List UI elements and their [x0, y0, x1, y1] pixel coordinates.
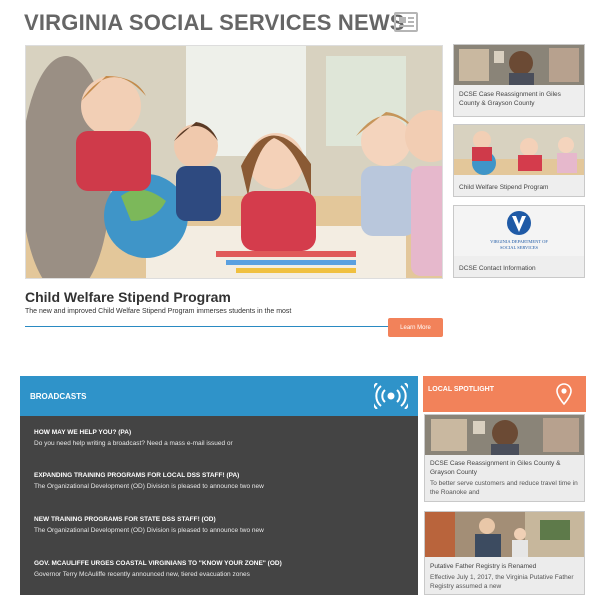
- spotlight-card-title[interactable]: DCSE Case Reassignment in Giles County &…: [430, 459, 581, 478]
- broadcast-item-title[interactable]: NEW TRAINING PROGRAMS FOR STATE DSS STAF…: [34, 516, 404, 523]
- featured-title[interactable]: Child Welfare Stipend Program: [25, 289, 231, 305]
- map-pin-icon: [556, 383, 572, 405]
- spotlight-card[interactable]: Putative Father Registry is Renamed Effe…: [424, 511, 585, 595]
- broadcasts-title: BROADCASTS: [30, 392, 87, 401]
- card-caption: DCSE Contact Information: [459, 265, 536, 272]
- broadcast-item[interactable]: HOW MAY WE HELP YOU? (PA) Do you need he…: [34, 429, 404, 447]
- broadcast-item-summary: The Organizational Development (OD) Divi…: [34, 483, 264, 490]
- svg-text:SOCIAL SERVICES: SOCIAL SERVICES: [500, 245, 539, 250]
- spotlight-card-title[interactable]: Putative Father Registry is Renamed: [430, 562, 581, 571]
- spotlight-card-summary: To better serve customers and reduce tra…: [430, 480, 578, 497]
- broadcast-item-summary: The Organizational Development (OD) Divi…: [34, 527, 264, 534]
- featured-image[interactable]: [25, 45, 443, 279]
- broadcast-item-summary: Governor Terry McAuliffe recently announ…: [34, 571, 250, 578]
- side-news-card[interactable]: DCSE Case Reassignment in Giles County &…: [453, 44, 585, 117]
- broadcast-item[interactable]: NEW TRAINING PROGRAMS FOR STATE DSS STAF…: [34, 516, 404, 534]
- broadcast-icon: [374, 383, 408, 409]
- spotlight-card[interactable]: DCSE Case Reassignment in Giles County &…: [424, 414, 585, 502]
- broadcast-item-title[interactable]: EXPANDING TRAINING PROGRAMS FOR LOCAL DS…: [34, 472, 404, 479]
- spotlight-title: LOCAL SPOTLIGHT: [428, 386, 494, 393]
- local-spotlight-panel: LOCAL SPOTLIGHT DCSE Case Reassignment i…: [423, 376, 586, 595]
- card-thumbnail: [425, 512, 584, 557]
- svg-text:VIRGINIA DEPARTMENT OF: VIRGINIA DEPARTMENT OF: [490, 239, 548, 244]
- broadcast-item[interactable]: GOV. MCAULIFFE URGES COASTAL VIRGINIANS …: [34, 560, 404, 578]
- broadcast-item-title[interactable]: GOV. MCAULIFFE URGES COASTAL VIRGINIANS …: [34, 560, 404, 567]
- broadcasts-panel: BROADCASTS HOW MAY WE HELP YOU? (PA) Do …: [20, 376, 418, 595]
- featured-description: The new and improved Child Welfare Stipe…: [25, 308, 292, 315]
- spotlight-header: LOCAL SPOTLIGHT: [423, 376, 586, 412]
- side-news-card[interactable]: VIRGINIA DEPARTMENT OF SOCIAL SERVICES D…: [453, 205, 585, 278]
- card-thumbnail: [454, 125, 584, 175]
- broadcast-item-summary: Do you need help writing a broadcast? Ne…: [34, 440, 233, 447]
- newspaper-icon: [394, 12, 418, 32]
- card-caption: DCSE Case Reassignment in Giles County &…: [459, 91, 561, 108]
- side-news-card[interactable]: Child Welfare Stipend Program: [453, 124, 585, 197]
- card-thumbnail: [454, 45, 584, 85]
- broadcast-item-title[interactable]: HOW MAY WE HELP YOU? (PA): [34, 429, 404, 436]
- card-thumbnail: [425, 415, 584, 455]
- vdss-logo: VIRGINIA DEPARTMENT OF SOCIAL SERVICES: [454, 206, 584, 256]
- broadcasts-header: BROADCASTS: [20, 376, 418, 416]
- section-title: VIRGINIA SOCIAL SERVICES NEWS: [24, 10, 405, 35]
- card-caption: Child Welfare Stipend Program: [459, 184, 549, 191]
- divider: [25, 326, 390, 327]
- learn-more-button[interactable]: Learn More: [388, 318, 443, 337]
- spotlight-card-summary: Effective July 1, 2017, the Virginia Put…: [430, 574, 574, 591]
- broadcast-item[interactable]: EXPANDING TRAINING PROGRAMS FOR LOCAL DS…: [34, 472, 404, 490]
